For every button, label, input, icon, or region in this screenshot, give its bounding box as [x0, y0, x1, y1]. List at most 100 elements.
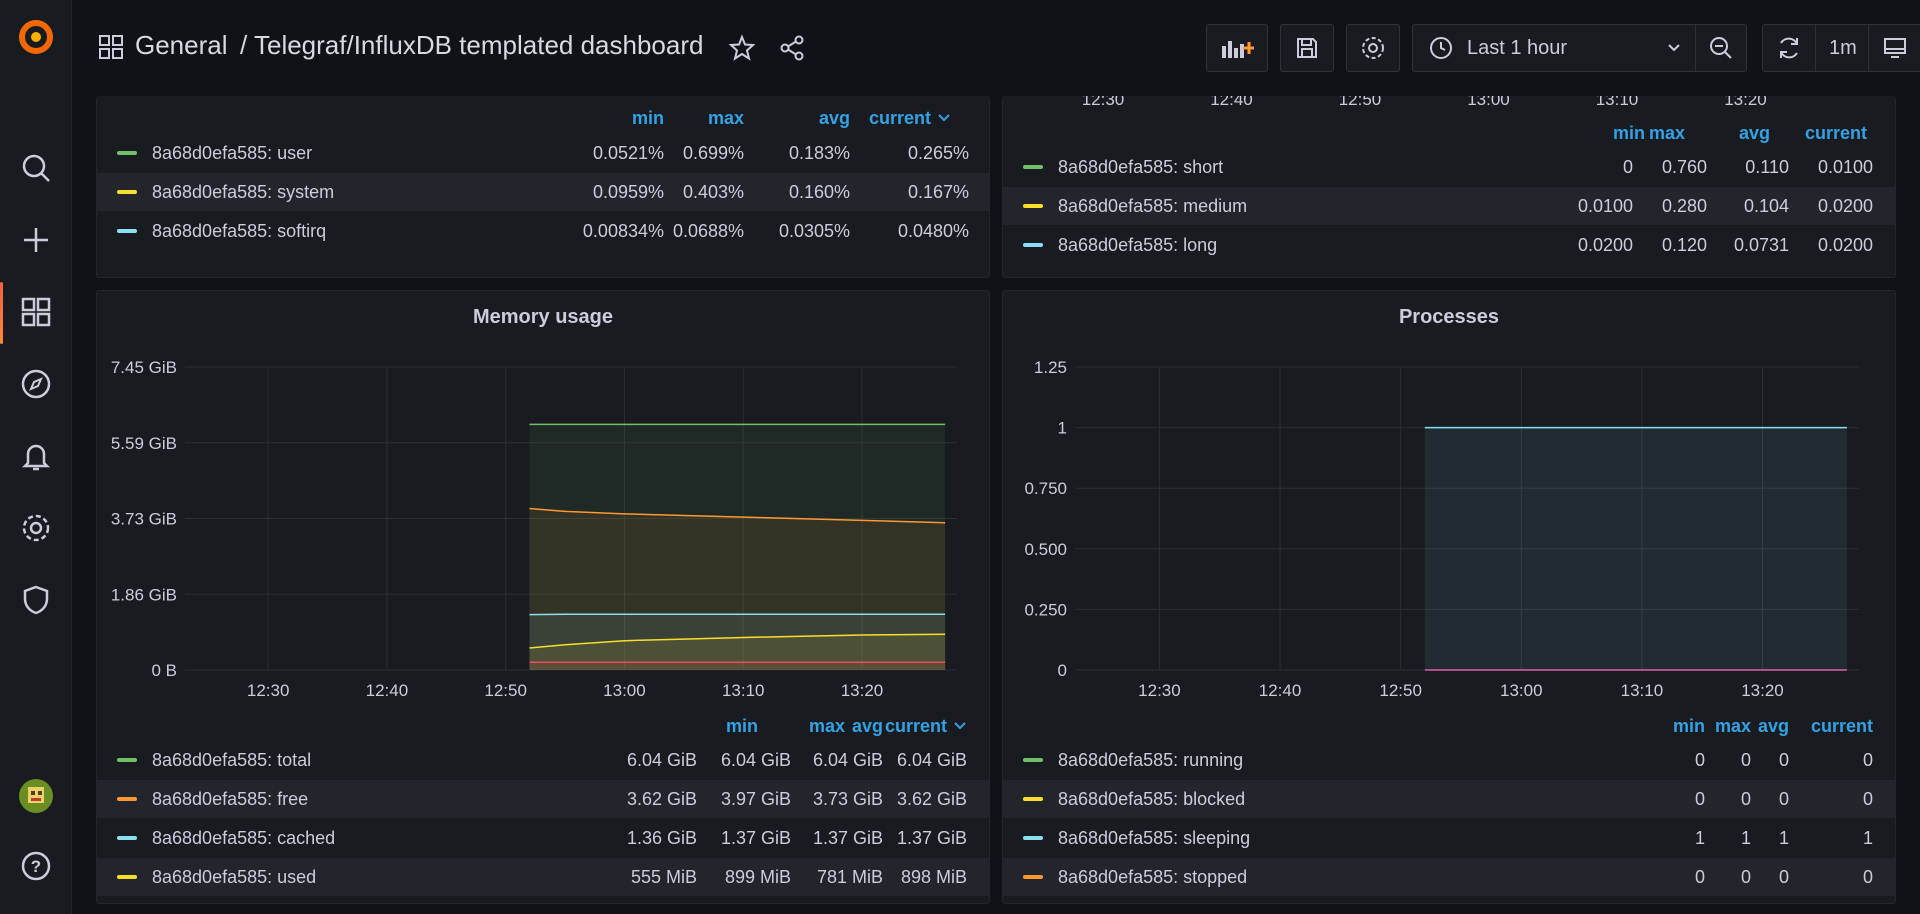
series-color-swatch[interactable] [1023, 797, 1043, 801]
x-tick-label: 13:20 [1741, 681, 1784, 700]
x-tick-label: 13:10 [1596, 96, 1639, 109]
breadcrumb-folder[interactable]: General [135, 30, 228, 61]
settings-gear-icon[interactable] [16, 508, 56, 548]
legend-row[interactable]: 8a68d0efa585: stopped 0 0 0 0 [1003, 858, 1895, 896]
series-color-swatch[interactable] [117, 229, 137, 233]
series-name[interactable]: 8a68d0efa585: cached [152, 828, 335, 849]
legend-row[interactable]: 8a68d0efa585: softirq 0.00834% 0.0688% 0.03… [97, 212, 989, 250]
series-name[interactable]: 8a68d0efa585: softirq [152, 221, 326, 242]
zoom-out-button[interactable] [1695, 24, 1747, 72]
dashboard-settings-button[interactable] [1346, 24, 1400, 72]
dashboard-title[interactable]: / Telegraf/InfluxDB templated dashboard [240, 30, 703, 61]
legend-header-avg[interactable]: avg [1739, 123, 1770, 144]
legend-value: 6.04 GiB [812, 750, 883, 770]
series-name[interactable]: 8a68d0efa585: sleeping [1058, 828, 1250, 849]
series-name[interactable]: 8a68d0efa585: free [152, 789, 308, 810]
legend-value: 1.37 GiB [720, 828, 791, 848]
series-color-swatch[interactable] [117, 836, 137, 840]
series-color-swatch[interactable] [117, 875, 137, 879]
shield-icon[interactable] [16, 580, 56, 620]
legend-row[interactable]: 8a68d0efa585: running 0 0 0 0 [1003, 741, 1895, 779]
series-color-swatch[interactable] [117, 797, 137, 801]
legend-header-current[interactable]: current [1811, 716, 1873, 737]
series-name[interactable]: 8a68d0efa585: long [1058, 235, 1217, 256]
save-icon [1297, 38, 1317, 58]
series-color-swatch[interactable] [1023, 875, 1043, 879]
legend-header-min[interactable]: min [726, 716, 758, 737]
legend-header-min[interactable]: min [632, 108, 664, 129]
legend-row[interactable]: 8a68d0efa585: medium 0.0100 0.280 0.104 0.02… [1003, 187, 1895, 225]
save-dashboard-button[interactable] [1280, 24, 1334, 72]
series-color-swatch[interactable] [117, 190, 137, 194]
series-color-swatch[interactable] [1023, 836, 1043, 840]
y-tick-label: 3.73 GiB [111, 510, 177, 529]
series-color-swatch[interactable] [1023, 243, 1043, 247]
series-name[interactable]: 8a68d0efa585: user [152, 143, 312, 164]
legend-value: 0.0959% [592, 182, 664, 202]
legend-header-current[interactable]: current [1805, 123, 1867, 144]
legend-value: 1.37 GiB [812, 828, 883, 848]
legend-header-max[interactable]: max [1715, 716, 1751, 737]
legend-header-min[interactable]: min [1673, 716, 1705, 737]
legend-header-current[interactable]: current [885, 716, 967, 737]
y-tick-label: 1.86 GiB [111, 585, 177, 604]
legend-row[interactable]: 8a68d0efa585: system 0.0959% 0.403% 0.160% 0… [97, 173, 989, 211]
dashboards-icon[interactable] [16, 292, 56, 332]
series-name[interactable]: 8a68d0efa585: stopped [1058, 867, 1247, 888]
legend-header-max[interactable]: max [809, 716, 845, 737]
help-icon[interactable]: ? [16, 846, 56, 886]
series-name[interactable]: 8a68d0efa585: medium [1058, 196, 1247, 217]
dashboards-grid-icon[interactable] [98, 34, 124, 65]
share-icon[interactable] [778, 34, 806, 67]
series-name[interactable]: 8a68d0efa585: system [152, 182, 334, 203]
explore-compass-icon[interactable] [16, 364, 56, 404]
legend-header-max[interactable]: max [708, 108, 744, 129]
series-name[interactable]: 8a68d0efa585: running [1058, 750, 1243, 771]
processes-chart[interactable]: 0 0.250 0.500 0.750 1 1.25 12:30 12:40 12:50 13:0… [1003, 291, 1896, 711]
user-avatar[interactable] [16, 776, 56, 816]
series-name[interactable]: 8a68d0efa585: total [152, 750, 311, 771]
legend-header-avg[interactable]: avg [819, 108, 850, 129]
legend-row[interactable]: 8a68d0efa585: used 555 MiB 899 MiB 781 MiB 8… [97, 858, 989, 896]
legend-header-max[interactable]: max [1649, 123, 1685, 144]
series-color-swatch[interactable] [117, 758, 137, 762]
legend-row[interactable]: 8a68d0efa585: cached 1.36 GiB 1.37 GiB 1.37… [97, 819, 989, 857]
grafana-logo-icon[interactable] [16, 16, 56, 56]
legend-value: 0.699% [682, 143, 744, 163]
legend-header-min[interactable]: min [1613, 123, 1645, 144]
legend-header-avg[interactable]: avg [852, 716, 883, 737]
legend-row[interactable]: 8a68d0efa585: user 0.0521% 0.699% 0.183% 0.2… [97, 134, 989, 172]
series-color-swatch[interactable] [117, 151, 137, 155]
x-tick-label: 12:30 [1082, 96, 1125, 109]
legend-row[interactable]: 8a68d0efa585: short 0 0.760 0.110 0.0100 [1003, 148, 1895, 186]
legend-row[interactable]: 8a68d0efa585: total 6.04 GiB 6.04 GiB 6.04 … [97, 741, 989, 779]
legend-row[interactable]: 8a68d0efa585: long 0.0200 0.120 0.0731 0.020… [1003, 226, 1895, 264]
time-range-picker[interactable]: Last 1 hour [1412, 24, 1696, 72]
legend-value: 6.04 GiB [896, 750, 967, 770]
legend-value: 0 [1862, 789, 1873, 809]
legend-row[interactable]: 8a68d0efa585: blocked 0 0 0 0 [1003, 780, 1895, 818]
monitor-icon [1884, 38, 1906, 58]
legend-header-avg[interactable]: avg [1758, 716, 1789, 737]
series-color-swatch[interactable] [1023, 204, 1043, 208]
legend-value: 3.62 GiB [626, 789, 697, 809]
legend-row[interactable]: 8a68d0efa585: sleeping 1 1 1 1 [1003, 819, 1895, 857]
legend-value: 1 [1740, 828, 1751, 848]
alerting-bell-icon[interactable] [16, 436, 56, 476]
tv-mode-button[interactable] [1868, 24, 1920, 72]
refresh-button[interactable] [1762, 24, 1816, 72]
legend-row[interactable]: 8a68d0efa585: free 3.62 GiB 3.97 GiB 3.73 G… [97, 780, 989, 818]
plus-icon[interactable] [16, 220, 56, 260]
legend-value: 0.0100 [1817, 157, 1873, 177]
series-color-swatch[interactable] [1023, 165, 1043, 169]
series-name[interactable]: 8a68d0efa585: used [152, 867, 316, 888]
series-color-swatch[interactable] [1023, 758, 1043, 762]
star-icon[interactable] [728, 34, 756, 67]
search-icon[interactable] [16, 148, 56, 188]
memory-chart[interactable]: 0 B 1.86 GiB 3.73 GiB 5.59 GiB 7.45 GiB 12:30… [97, 291, 990, 711]
legend-value: 0 [1740, 867, 1751, 887]
add-panel-button[interactable] [1206, 24, 1268, 72]
series-name[interactable]: 8a68d0efa585: short [1058, 157, 1223, 178]
legend-header-current[interactable]: current [869, 108, 951, 129]
series-name[interactable]: 8a68d0efa585: blocked [1058, 789, 1245, 810]
